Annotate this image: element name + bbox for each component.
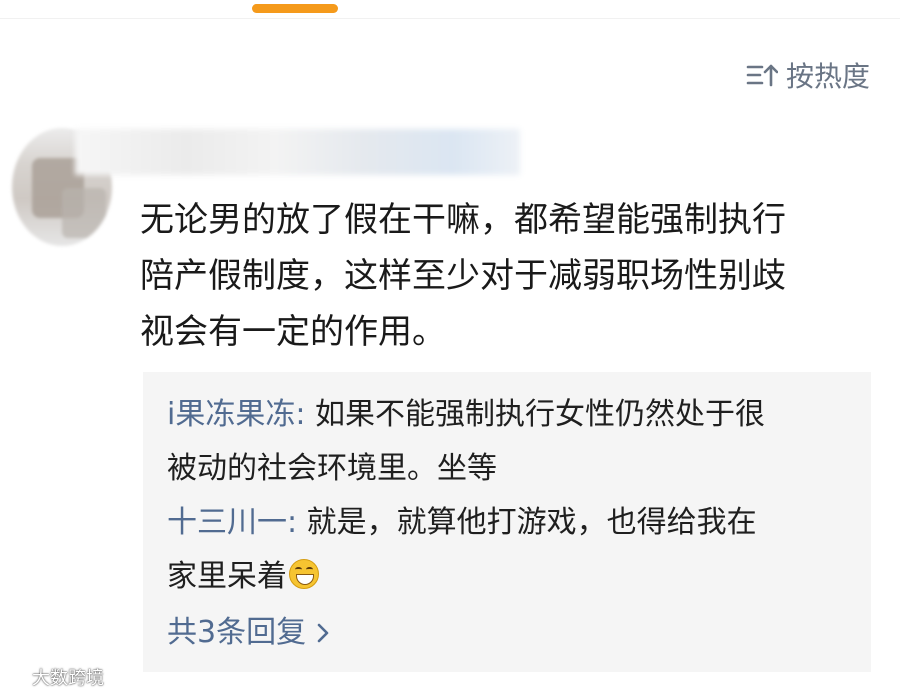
comment-line: 陪产假制度，这样至少对于减弱职场性别歧 bbox=[140, 256, 786, 296]
view-more-replies-link[interactable]: 共3条回复 bbox=[167, 606, 330, 660]
reply-username[interactable]: i果冻果冻 bbox=[167, 397, 295, 432]
sort-icon bbox=[746, 64, 778, 87]
sort-by-hot-button[interactable]: 按热度 bbox=[746, 56, 870, 94]
more-replies-label: 共3条回复 bbox=[167, 615, 307, 650]
username-blurred[interactable] bbox=[75, 129, 520, 175]
divider bbox=[0, 18, 900, 19]
reply-item: i果冻果冻: 如果不能强制执行女性仍然处于很 被动的社会环境里。坐等 bbox=[167, 388, 765, 496]
reply-separator: : bbox=[295, 397, 315, 432]
reply-text: 如果不能强制执行女性仍然处于很 bbox=[315, 397, 765, 432]
reply-text: 家里呆着 bbox=[167, 559, 287, 594]
grinning-emoji-icon bbox=[289, 559, 319, 589]
reply-item: 十三川一: 就是，就算他打游戏，也得给我在 家里呆着 bbox=[167, 496, 757, 604]
watermark-text: 大数跨境 bbox=[32, 668, 104, 689]
comment-line: 视会有一定的作用。 bbox=[140, 312, 446, 352]
comment-body: 无论男的放了假在干嘛，都希望能强制执行 陪产假制度，这样至少对于减弱职场性别歧 … bbox=[140, 192, 880, 360]
reply-separator: : bbox=[287, 505, 307, 540]
reply-username[interactable]: 十三川一 bbox=[167, 505, 287, 540]
comment-line: 无论男的放了假在干嘛，都希望能强制执行 bbox=[140, 200, 786, 240]
reply-text: 就是，就算他打游戏，也得给我在 bbox=[306, 505, 757, 540]
chevron-right-icon bbox=[317, 623, 329, 643]
sort-label: 按热度 bbox=[785, 60, 870, 93]
reply-text: 被动的社会环境里。坐等 bbox=[167, 451, 497, 486]
watermark: 大数跨境 bbox=[2, 664, 104, 690]
watermark-logo-icon bbox=[3, 668, 26, 685]
reply-box: i果冻果冻: 如果不能强制执行女性仍然处于很 被动的社会环境里。坐等 十三川一:… bbox=[143, 372, 871, 672]
top-tab-indicator bbox=[252, 4, 338, 13]
